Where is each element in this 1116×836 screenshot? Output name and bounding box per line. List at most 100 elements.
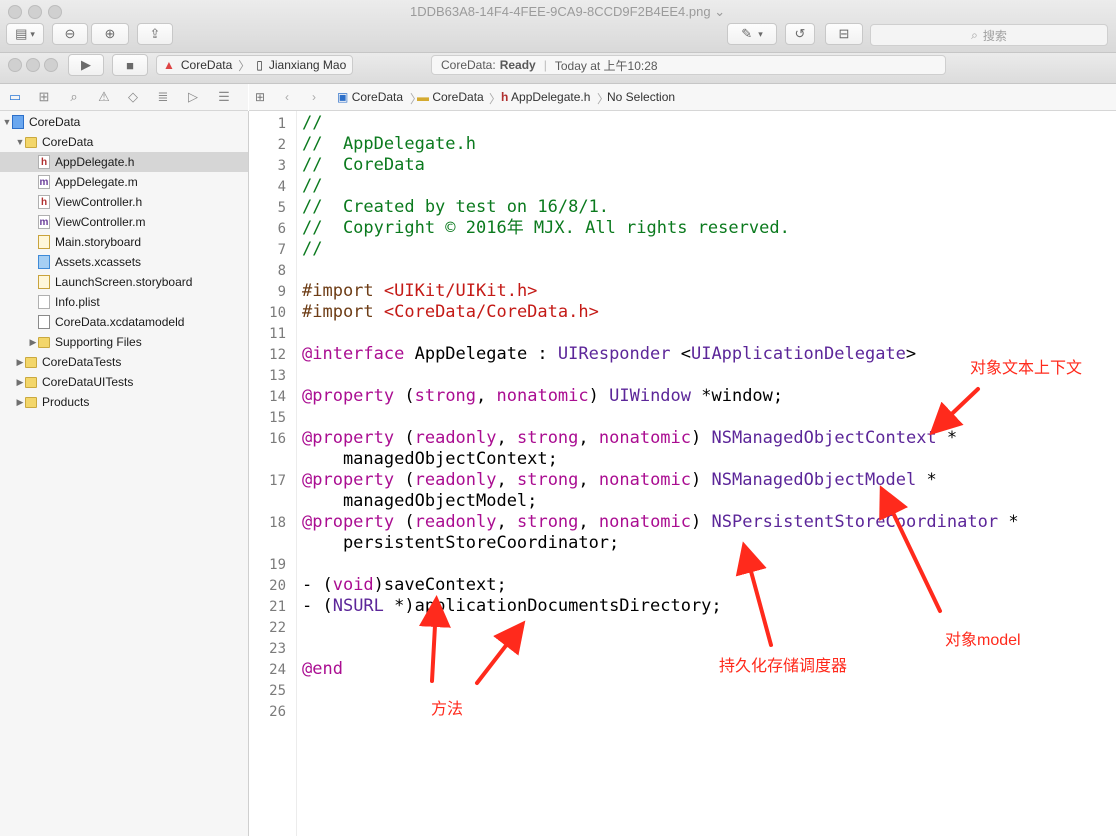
rotate-button[interactable]: ↺ [785,23,815,45]
navigator-item[interactable]: ▼ CoreData [0,132,248,152]
line-number: 12 [269,347,286,363]
navigator-item[interactable]: m ViewController.m [0,212,248,232]
navigator-item[interactable]: ▶ CoreDataTests [0,352,248,372]
disclosure-expanded-icon[interactable]: ▼ [2,117,12,127]
source-editor[interactable]: //// AppDelegate.h// CoreData//// Create… [302,111,1116,836]
navigator-item[interactable]: ▶ CoreDataUITests [0,372,248,392]
disclosure-collapsed-icon[interactable]: ▶ [15,357,25,368]
navigator-item[interactable]: ▶ Products [0,392,248,412]
folder-icon: ▬ [417,90,429,104]
line-number: 26 [269,704,286,720]
code-token: <CoreData/CoreData.h> [383,302,599,322]
navigator-item[interactable]: Info.plist [0,292,248,312]
code-token: AppDelegate : [404,344,558,364]
navigator-item[interactable]: Assets.xcassets [0,252,248,272]
code-token: ) [691,428,712,448]
line-number: 6 [277,221,286,237]
code-token: , [496,428,517,448]
symbol-navigator-icon[interactable]: ⊞ [36,89,52,105]
crumb-selection[interactable]: No Selection [607,90,675,104]
line-number: 13 [269,368,286,384]
folder-icon [25,376,37,388]
code-line: @property (readonly, strong, nonatomic) … [302,470,937,491]
line-number: 1 [277,116,286,132]
navigator-item[interactable]: m AppDelegate.m [0,172,248,192]
disclosure-collapsed-icon[interactable]: ▶ [28,337,38,348]
xcode-minimize-button[interactable] [26,58,40,72]
code-token: strong [414,386,477,406]
code-token: *window; [691,386,784,406]
window-title: 1DDB63A8-14F4-4FEE-9CA9-8CCD9F2B4EE4.png… [410,4,725,20]
line-number: 23 [269,641,286,657]
navigator-item-label: ViewController.m [55,215,146,229]
forward-arrow-icon[interactable]: › [312,90,316,104]
folder-icon [25,136,37,148]
chevron-down-icon: ⌄ [714,4,726,19]
code-line-wrap: managedObjectModel; [302,491,538,511]
markup-button[interactable]: ✎ ▾ [727,23,777,45]
scheme-selector[interactable]: ▲ CoreData 〉 ▯ Jianxiang Mao [156,55,354,75]
navigator-item[interactable]: h AppDelegate.h [0,152,248,172]
code-token: ( [394,470,415,490]
minimize-window-button[interactable] [28,5,42,19]
share-button[interactable]: ⇪ [137,23,173,45]
run-button[interactable]: ▶ [68,54,104,76]
navigator-item[interactable]: ▶ Supporting Files [0,332,248,352]
code-token: // AppDelegate.h [302,134,476,154]
line-number: 14 [269,389,286,405]
toolbox-button[interactable]: ⊟ [825,23,863,45]
navigator-item-label: ViewController.h [55,195,143,209]
navigator-item[interactable]: CoreData.xcdatamodeld [0,312,248,332]
xcode-close-button[interactable] [8,58,22,72]
storyboard-icon [38,275,50,289]
sidebar-toggle-button[interactable]: ▤ ▾ [6,23,44,45]
code-line: @property (readonly, strong, nonatomic) … [302,428,957,449]
related-items-icon[interactable]: ⊞ [255,90,265,104]
code-token: ) [691,470,712,490]
navigator-item-label: CoreDataUITests [42,375,134,389]
disclosure-expanded-icon[interactable]: ▼ [15,137,25,147]
crumb-project[interactable]: ▣ CoreData [337,90,403,104]
navigator-item-label: Assets.xcassets [55,255,142,269]
code-token: <UIKit/UIKit.h> [383,281,538,301]
code-token: ( [394,512,415,532]
crumb-group[interactable]: ▬ CoreData [417,90,484,104]
test-navigator-icon[interactable]: ◇ [125,89,141,105]
code-token: // [302,113,323,133]
code-token: ) [588,386,610,406]
disclosure-collapsed-icon[interactable]: ▶ [15,397,25,408]
project-navigator-icon[interactable]: ▭ [7,89,23,105]
navigator-item[interactable]: h ViewController.h [0,192,248,212]
zoom-window-button[interactable] [48,5,62,19]
annotation-context-label: 对象文本上下文 [970,360,1083,377]
line-number: 17 [269,473,286,489]
close-window-button[interactable] [8,5,22,19]
code-token: - ( [302,596,333,616]
disclosure-collapsed-icon[interactable]: ▶ [15,377,25,388]
code-token: )saveContext; [373,575,507,595]
zoom-out-button[interactable]: ⊖ [52,23,88,45]
navigator-item[interactable]: ▼ CoreData [0,112,248,132]
xcode-zoom-button[interactable] [44,58,58,72]
back-arrow-icon[interactable]: ‹ [285,90,289,104]
crumb-separator: 〉 [489,92,502,106]
crumb-group-label: CoreData [432,90,484,104]
search-field[interactable]: ⌕ 搜索 [870,24,1108,46]
header-file-icon: h [38,155,50,169]
navigator-item[interactable]: Main.storyboard [0,232,248,252]
code-token: #import [302,302,384,322]
crumb-file[interactable]: h AppDelegate.h [501,90,590,104]
line-number: 5 [277,200,286,216]
code-token: UIApplicationDelegate [690,344,906,364]
debug-navigator-icon[interactable]: ≣ [155,89,171,105]
navigator-item[interactable]: LaunchScreen.storyboard [0,272,248,292]
issue-navigator-icon[interactable]: ⚠ [96,89,112,105]
stop-button[interactable]: ■ [112,54,148,76]
find-navigator-icon[interactable]: ⌕ [66,89,82,105]
report-navigator-icon[interactable]: ☰ [216,89,232,105]
code-token: @property [302,428,395,448]
line-number: 4 [277,179,286,195]
zoom-in-button[interactable]: ⊕ [91,23,129,45]
code-line: @interface AppDelegate : UIResponder <UI… [302,344,916,365]
breakpoint-navigator-icon[interactable]: ▷ [185,89,201,105]
